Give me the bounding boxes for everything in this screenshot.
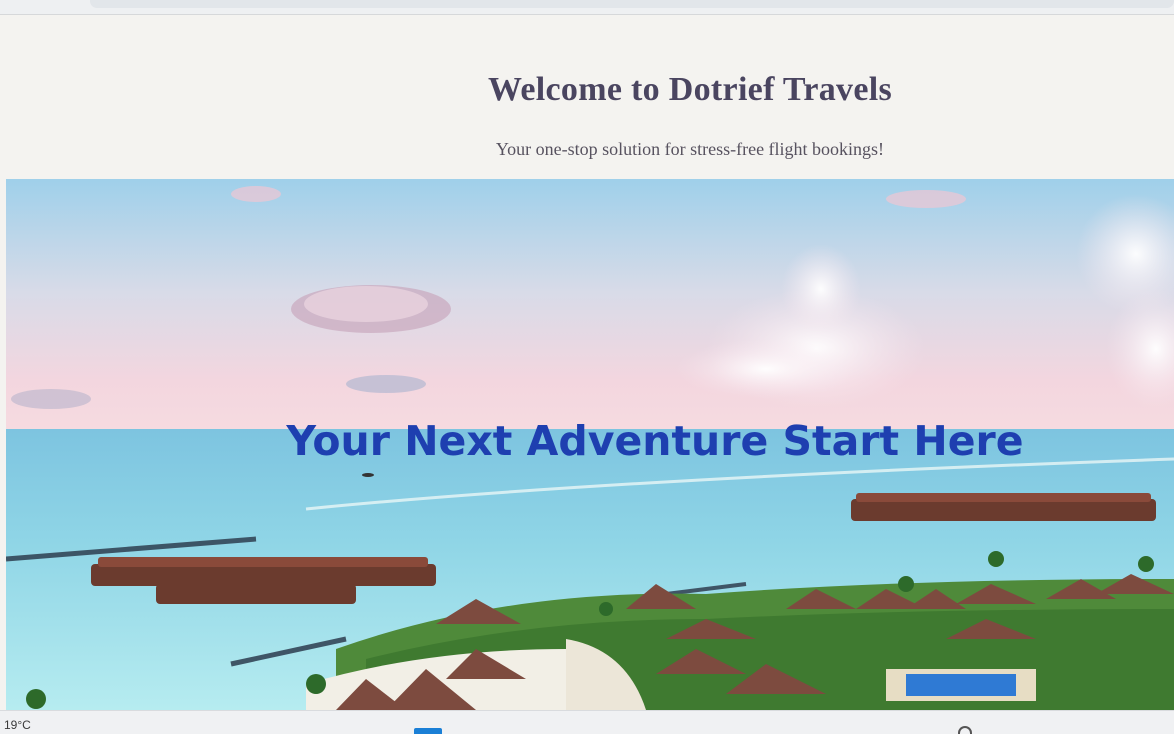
os-taskbar: 19°C xyxy=(0,710,1174,734)
browser-toolbar xyxy=(0,0,1174,15)
page-title: Welcome to Dotrief Travels xyxy=(487,71,892,108)
web-page: Welcome to Dotrief Travels Your one-stop… xyxy=(0,15,1174,710)
page-tagline: Your one-stop solution for stress-free f… xyxy=(495,139,885,159)
weather-widget[interactable]: 19°C xyxy=(4,718,31,732)
address-bar[interactable] xyxy=(90,0,1174,8)
hero-headline: Your Next Adventure Start Here xyxy=(286,417,1024,465)
hero-banner: Your Next Adventure Start Here xyxy=(6,179,1174,710)
site-header: Welcome to Dotrief Travels Your one-stop… xyxy=(0,15,1174,179)
windows-start-icon[interactable] xyxy=(414,728,442,734)
